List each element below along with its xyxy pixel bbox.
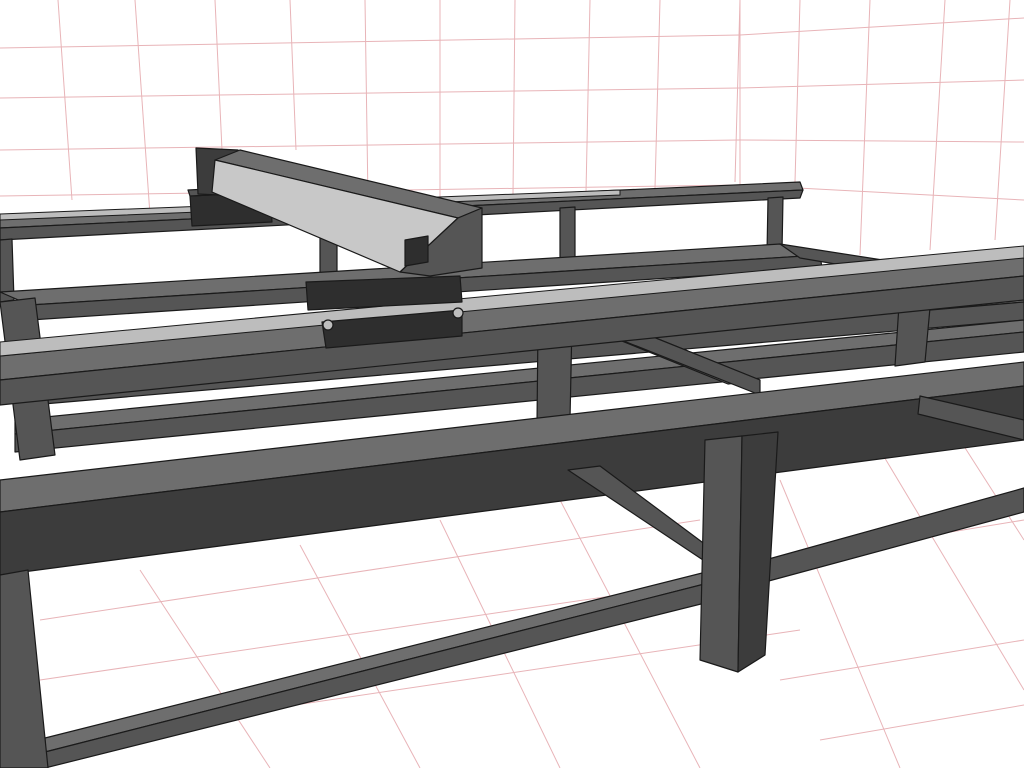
carriage-wheel-right (452, 307, 464, 319)
lower-right-beam (764, 487, 1024, 583)
3d-viewport[interactable] (0, 0, 1024, 768)
gantry-beam-end-inner (404, 235, 429, 267)
front-left-leg (0, 569, 49, 768)
lower-front-beam-top (44, 567, 729, 753)
carriage-wheel-left (322, 319, 334, 331)
scene-canvas[interactable] (0, 0, 1024, 768)
front-right-leg-face (699, 435, 743, 673)
lower-front-beam-side (44, 577, 729, 768)
front-right-leg-side (737, 431, 779, 673)
back-post-mid (559, 206, 576, 262)
